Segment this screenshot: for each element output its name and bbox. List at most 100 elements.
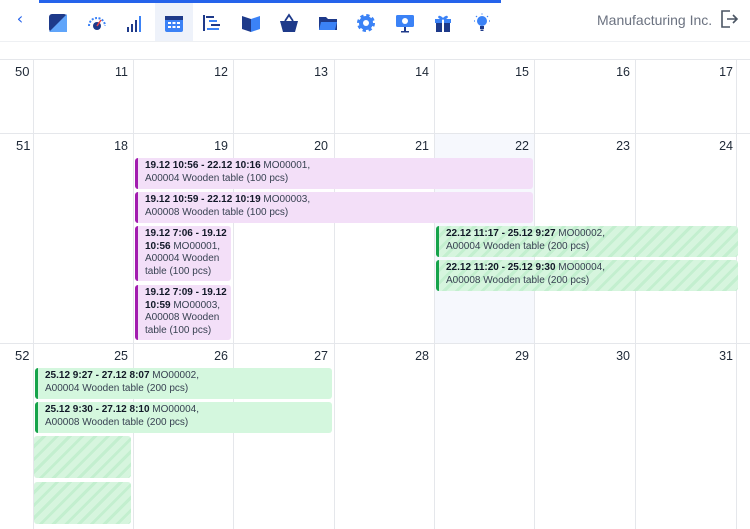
grid-line: [635, 59, 636, 529]
day-number[interactable]: 31: [693, 349, 733, 363]
tab-speedometer[interactable]: [77, 0, 116, 42]
day-number[interactable]: 16: [590, 65, 630, 79]
calendar-event[interactable]: 22.12 11:17 - 25.12 9:27 MO00002, A00004…: [436, 226, 738, 257]
day-number[interactable]: 21: [389, 139, 429, 153]
speedometer-icon: [87, 17, 106, 30]
tab-ideas[interactable]: [462, 0, 501, 42]
event-time-end: 10:59: [145, 299, 171, 311]
event-order: MO00002,: [555, 228, 606, 239]
day-number[interactable]: 24: [693, 139, 733, 153]
dashboard-icon: [49, 14, 67, 32]
day-number[interactable]: 30: [590, 349, 630, 363]
event-order: MO00001,: [260, 160, 311, 171]
tab-settings[interactable]: [347, 0, 386, 42]
grid-line: [434, 59, 435, 529]
day-number[interactable]: 29: [489, 349, 529, 363]
day-number[interactable]: 13: [288, 65, 328, 79]
calendar-event-continuation[interactable]: [34, 482, 131, 524]
tab-dashboard[interactable]: [39, 0, 78, 42]
book-icon: [241, 16, 260, 32]
basket-icon: [280, 13, 298, 32]
calendar-icon: [164, 16, 183, 32]
event-order: MO00001,: [170, 240, 221, 252]
event-product: A00008 Wooden table (100 pcs): [145, 206, 289, 218]
calendar-event[interactable]: 19.12 10:59 - 22.12 10:19 MO00003, A0000…: [135, 192, 533, 223]
week-number: 52: [15, 348, 30, 363]
tab-presentation[interactable]: [385, 0, 424, 42]
calendar-event[interactable]: 19.12 7:09 - 19.12 10:59 MO00003, A00008…: [135, 285, 231, 340]
day-number[interactable]: 27: [288, 349, 328, 363]
tab-gantt[interactable]: [193, 0, 232, 42]
bar-signal-icon: [127, 16, 141, 32]
day-number[interactable]: 15: [489, 65, 529, 79]
logout-icon[interactable]: [718, 8, 740, 30]
week-number: 50: [15, 64, 30, 79]
day-number[interactable]: 26: [188, 349, 228, 363]
calendar-event[interactable]: 25.12 9:27 - 27.12 8:07 MO00002, A00004 …: [35, 368, 332, 399]
grid-line: [534, 59, 535, 529]
day-number[interactable]: 28: [389, 349, 429, 363]
event-order: MO00003,: [260, 194, 311, 205]
day-number[interactable]: 19: [188, 139, 228, 153]
event-order: MO00004,: [149, 404, 200, 415]
event-time: 19.12 7:09 - 19.12: [145, 287, 227, 298]
lightbulb-icon: [473, 13, 490, 31]
event-time: 25.12 9:30 - 27.12 8:10: [45, 404, 150, 415]
event-time: 19.12 10:59 - 22.12 10:19: [145, 194, 261, 205]
event-quantity: table (100 pcs): [145, 265, 212, 277]
app-tabs: [39, 0, 501, 42]
tab-calendar[interactable]: [154, 0, 193, 42]
event-product: A00004 Wooden table (100 pcs): [145, 172, 289, 184]
day-number[interactable]: 17: [693, 65, 733, 79]
folder-icon: [318, 17, 337, 30]
calendar-event[interactable]: 19.12 7:06 - 19.12 10:56 MO00001, A00004…: [135, 226, 231, 281]
day-number[interactable]: 25: [88, 349, 128, 363]
tab-basket[interactable]: [270, 0, 309, 42]
event-time-end: 10:56: [145, 240, 171, 252]
grid-line: [0, 133, 750, 134]
event-product: A00008 Wooden table (200 pcs): [446, 274, 590, 286]
day-number[interactable]: 23: [590, 139, 630, 153]
event-time: 22.12 11:20 - 25.12 9:30: [446, 262, 556, 273]
event-product: A00004 Wooden table (200 pcs): [446, 240, 590, 252]
day-number[interactable]: 22: [489, 139, 529, 153]
grid-line: [133, 59, 134, 529]
calendar-event[interactable]: 25.12 9:30 - 27.12 8:10 MO00004, A00008 …: [35, 402, 332, 433]
tab-folder[interactable]: [308, 0, 347, 42]
event-time: 19.12 7:06 - 19.12: [145, 228, 227, 239]
day-number[interactable]: 18: [88, 139, 128, 153]
back-button[interactable]: ‹: [12, 8, 28, 30]
event-product: A00008 Wooden table (200 pcs): [45, 416, 189, 428]
event-order: MO00004,: [555, 262, 606, 273]
event-order: MO00002,: [149, 370, 200, 381]
event-product: A00004 Wooden: [145, 253, 220, 264]
day-number[interactable]: 12: [188, 65, 228, 79]
event-order: MO00003,: [170, 299, 221, 311]
grid-line: [334, 59, 335, 529]
calendar-event[interactable]: 22.12 11:20 - 25.12 9:30 MO00004, A00008…: [436, 260, 738, 291]
event-product: A00004 Wooden table (200 pcs): [45, 382, 189, 394]
day-number[interactable]: 14: [389, 65, 429, 79]
top-toolbar: ‹ Manufacturing Inc.: [0, 0, 750, 42]
week-number: 51: [16, 138, 31, 153]
tab-book[interactable]: [231, 0, 270, 42]
calendar-event[interactable]: 19.12 10:56 - 22.12 10:16 MO00001, A0000…: [135, 158, 533, 189]
grid-line: [736, 59, 737, 529]
event-time: 22.12 11:17 - 25.12 9:27: [446, 228, 556, 239]
grid-line: [233, 59, 234, 529]
calendar-event-continuation[interactable]: [34, 436, 131, 478]
gantt-icon: [203, 15, 220, 31]
gift-icon: [435, 15, 451, 32]
grid-line: [0, 343, 750, 344]
event-quantity: table (100 pcs): [145, 324, 212, 336]
tab-gift[interactable]: [424, 0, 463, 42]
event-time: 19.12 10:56 - 22.12 10:16: [145, 160, 261, 171]
month-calendar: 50 11 12 13 14 15 16 17 51 18 19 20 21 2…: [0, 42, 750, 529]
gear-icon: [357, 14, 375, 32]
company-name: Manufacturing Inc.: [597, 12, 713, 28]
day-number[interactable]: 20: [288, 139, 328, 153]
event-product: A00008 Wooden: [145, 312, 220, 323]
grid-line: [0, 59, 750, 60]
day-number[interactable]: 11: [88, 65, 128, 79]
tab-signal[interactable]: [116, 0, 155, 42]
